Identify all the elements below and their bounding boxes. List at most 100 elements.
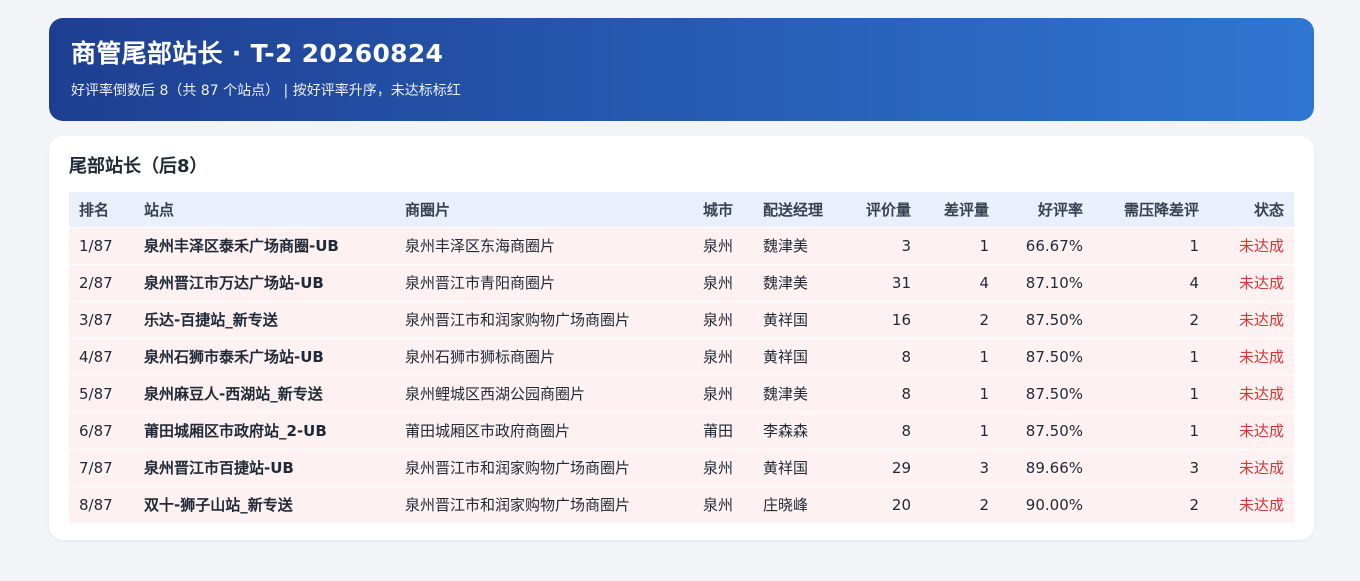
table-row[interactable]: 4/87 泉州石狮市泰禾广场站-UB 泉州石狮市狮标商圈片 泉州 黄祥国 8 1 87.50%…: [69, 338, 1294, 375]
tail-ranking-table: 排名 站点 商圈片 城市 配送经理 评价量 差评量 好评率 需压降差评 状态 1…: [69, 192, 1294, 523]
cell-rank: 1/87: [79, 236, 113, 255]
page-header: 商管尾部站长 · T-2 20260824 好评率倒数后 8（共 87 个站点）…: [49, 18, 1314, 121]
cell-district: 莆田城厢区市政府商圈片: [405, 422, 571, 440]
cell-bad-reviews: 2: [979, 495, 989, 514]
table-header-row: 排名 站点 商圈片 城市 配送经理 评价量 差评量 好评率 需压降差评 状态: [69, 192, 1294, 227]
cell-status: 未达成: [1238, 422, 1284, 440]
cell-bad-reviews: 1: [979, 236, 989, 255]
cell-manager: 魏津美: [763, 274, 809, 292]
table-row[interactable]: 3/87 乐达-百捷站_新专送 泉州晋江市和润家购物广场商圈片 泉州 黄祥国 16 2 87.…: [69, 301, 1294, 338]
col-header-manager[interactable]: 配送经理: [753, 192, 841, 227]
cell-manager: 魏津美: [763, 237, 809, 255]
cell-district: 泉州丰泽区东海商圈片: [405, 237, 556, 255]
cell-rank: 4/87: [79, 347, 113, 366]
col-header-district[interactable]: 商圈片: [395, 192, 693, 227]
cell-status: 未达成: [1238, 237, 1284, 255]
cell-city: 泉州: [703, 385, 734, 403]
cell-district: 泉州晋江市和润家购物广场商圈片: [405, 496, 631, 515]
section-title: 尾部站长（后8）: [69, 156, 208, 177]
cell-reduce-bad: 3: [1189, 458, 1199, 477]
cell-rank: 5/87: [79, 384, 113, 403]
cell-bad-reviews: 1: [979, 384, 989, 403]
cell-reviews: 8: [901, 384, 911, 403]
cell-city: 泉州: [703, 348, 734, 366]
cell-city: 泉州: [703, 237, 734, 255]
cell-reduce-bad: 1: [1189, 236, 1199, 255]
col-header-city[interactable]: 城市: [693, 192, 753, 227]
col-header-reduce-bad[interactable]: 需压降差评: [1093, 192, 1209, 227]
cell-manager: 李森森: [763, 422, 809, 440]
cell-reduce-bad: 2: [1189, 495, 1199, 514]
table-row[interactable]: 5/87 泉州麻豆人-西湖站_新专送 泉州鲤城区西湖公园商圈片 泉州 魏津美 8 1 87.5…: [69, 375, 1294, 412]
cell-reviews: 3: [901, 236, 911, 255]
table-row[interactable]: 8/87 双十-狮子山站_新专送 泉州晋江市和润家购物广场商圈片 泉州 庄晓峰 20 2 90…: [69, 486, 1294, 523]
cell-site: 泉州麻豆人-西湖站_新专送: [144, 385, 323, 403]
cell-city: 泉州: [703, 459, 734, 477]
tail-ranking-card: 尾部站长（后8） 排名 站点 商圈片 城市 配送经理 评价量 差评量 好评率 需…: [49, 136, 1314, 540]
col-header-site[interactable]: 站点: [134, 192, 395, 227]
cell-rank: 3/87: [79, 310, 113, 329]
table-row[interactable]: 2/87 泉州晋江市万达广场站-UB 泉州晋江市青阳商圈片 泉州 魏津美 31 4 87.10…: [69, 264, 1294, 301]
cell-bad-reviews: 3: [979, 458, 989, 477]
cell-site: 乐达-百捷站_新专送: [144, 311, 278, 329]
cell-rank: 8/87: [79, 495, 113, 514]
cell-site: 莆田城厢区市政府站_2-UB: [144, 422, 327, 440]
cell-district: 泉州石狮市狮标商圈片: [405, 348, 556, 366]
table-row[interactable]: 1/87 泉州丰泽区泰禾广场商圈-UB 泉州丰泽区东海商圈片 泉州 魏津美 3 1 66.67…: [69, 227, 1294, 264]
cell-reviews: 31: [891, 273, 911, 292]
cell-rank: 6/87: [79, 421, 113, 440]
cell-good-rate: 87.10%: [1025, 273, 1083, 292]
cell-district: 泉州晋江市青阳商圈片: [405, 274, 556, 292]
cell-manager: 魏津美: [763, 385, 809, 403]
cell-reviews: 8: [901, 421, 911, 440]
cell-reviews: 16: [891, 310, 911, 329]
cell-reduce-bad: 2: [1189, 310, 1199, 329]
cell-status: 未达成: [1238, 311, 1284, 329]
cell-bad-reviews: 1: [979, 347, 989, 366]
col-header-status[interactable]: 状态: [1209, 192, 1294, 227]
cell-good-rate: 66.67%: [1025, 236, 1083, 255]
cell-reduce-bad: 1: [1189, 421, 1199, 440]
cell-reduce-bad: 4: [1189, 273, 1199, 292]
cell-status: 未达成: [1238, 496, 1284, 515]
cell-reviews: 20: [891, 495, 911, 514]
cell-site: 泉州丰泽区泰禾广场商圈-UB: [144, 237, 339, 255]
cell-status: 未达成: [1238, 459, 1284, 477]
cell-status: 未达成: [1238, 348, 1284, 366]
cell-manager: 庄晓峰: [763, 496, 809, 515]
cell-status: 未达成: [1238, 274, 1284, 292]
table-row[interactable]: 6/87 莆田城厢区市政府站_2-UB 莆田城厢区市政府商圈片 莆田 李森森 8 1 87.5…: [69, 412, 1294, 449]
cell-manager: 黄祥国: [763, 459, 809, 477]
cell-city: 莆田: [703, 422, 734, 440]
col-header-bad-reviews[interactable]: 差评量: [921, 192, 999, 227]
cell-district: 泉州鲤城区西湖公园商圈片: [405, 385, 586, 403]
cell-manager: 黄祥国: [763, 311, 809, 329]
cell-bad-reviews: 1: [979, 421, 989, 440]
cell-good-rate: 87.50%: [1025, 384, 1083, 403]
cell-reviews: 8: [901, 347, 911, 366]
cell-good-rate: 90.00%: [1025, 495, 1083, 514]
cell-reviews: 29: [891, 458, 911, 477]
cell-city: 泉州: [703, 274, 734, 292]
cell-good-rate: 89.66%: [1025, 458, 1083, 477]
col-header-good-rate[interactable]: 好评率: [999, 192, 1093, 227]
cell-good-rate: 87.50%: [1025, 347, 1083, 366]
table-row[interactable]: 7/87 泉州晋江市百捷站-UB 泉州晋江市和润家购物广场商圈片 泉州 黄祥国 29 3 89…: [69, 449, 1294, 486]
cell-bad-reviews: 4: [979, 273, 989, 292]
cell-city: 泉州: [703, 311, 734, 329]
cell-site: 泉州晋江市百捷站-UB: [144, 459, 294, 477]
cell-status: 未达成: [1238, 385, 1284, 403]
cell-bad-reviews: 2: [979, 310, 989, 329]
col-header-rank[interactable]: 排名: [69, 192, 134, 227]
page-subtitle: 好评率倒数后 8（共 87 个站点） | 按好评率升序，未达标标红: [71, 83, 461, 99]
page-title: 商管尾部站长 · T-2 20260824: [71, 39, 444, 68]
cell-district: 泉州晋江市和润家购物广场商圈片: [405, 311, 631, 329]
col-header-reviews[interactable]: 评价量: [841, 192, 921, 227]
cell-reduce-bad: 1: [1189, 347, 1199, 366]
cell-good-rate: 87.50%: [1025, 421, 1083, 440]
cell-rank: 2/87: [79, 273, 113, 292]
cell-site: 泉州石狮市泰禾广场站-UB: [144, 348, 324, 366]
cell-reduce-bad: 1: [1189, 384, 1199, 403]
cell-rank: 7/87: [79, 458, 113, 477]
cell-city: 泉州: [703, 496, 734, 515]
